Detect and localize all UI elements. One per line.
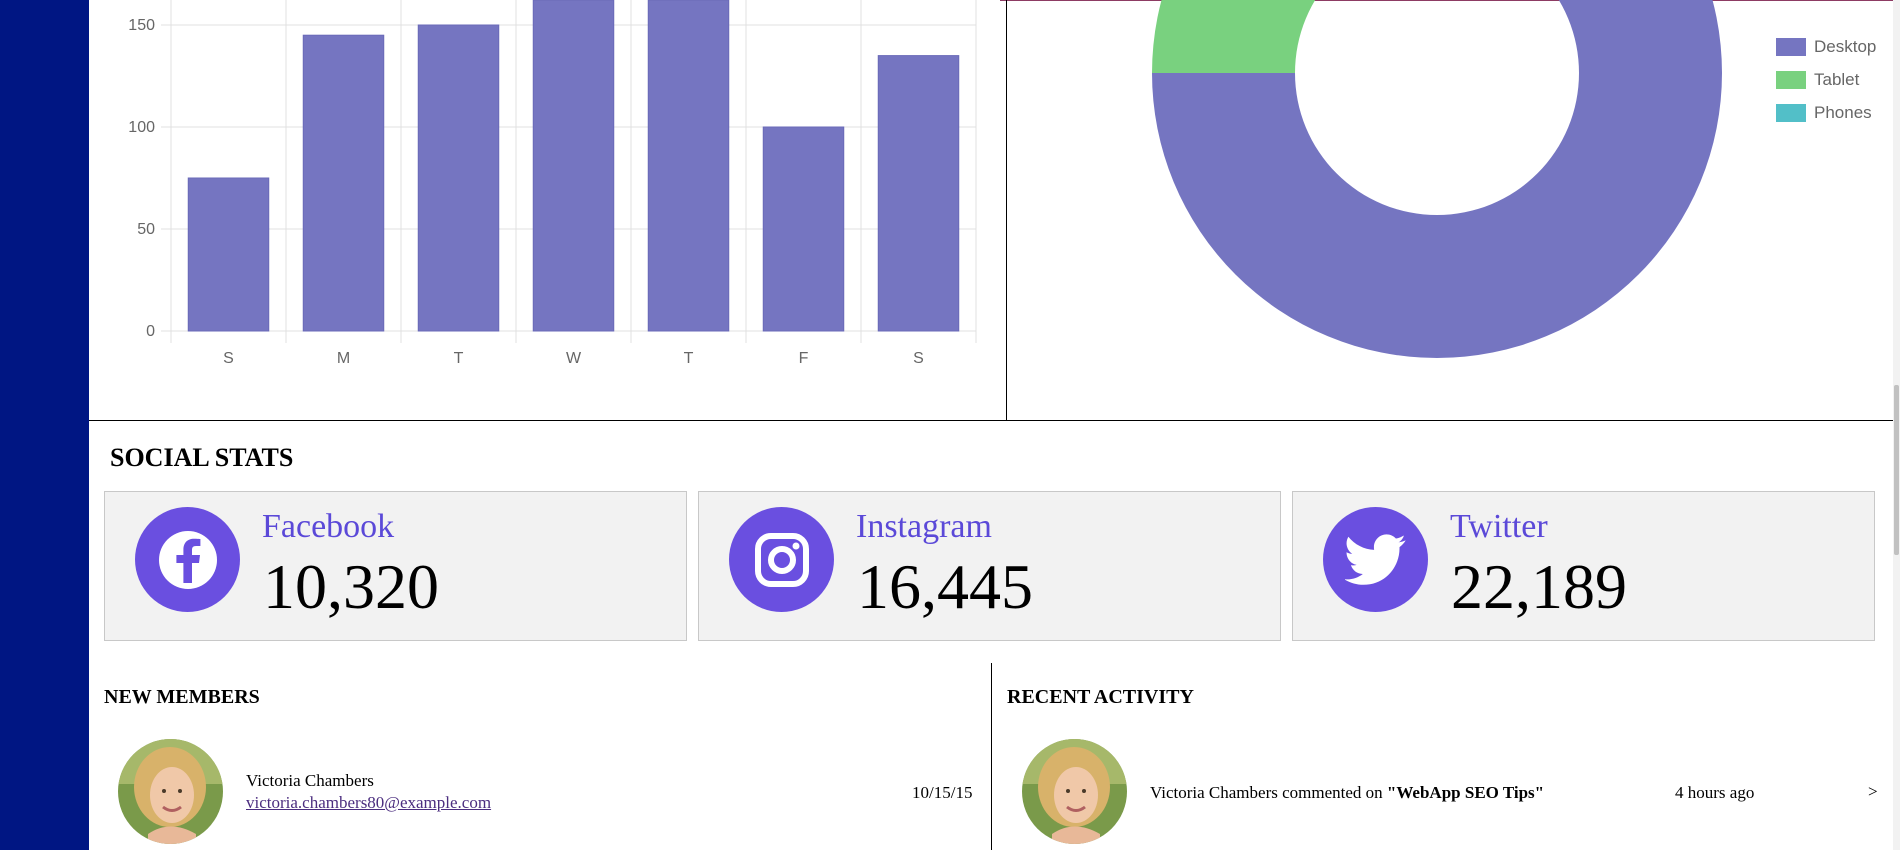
bar-chart-svg: 0 50 100 150 S M T W T F S xyxy=(128,0,977,367)
sidebar xyxy=(0,0,89,850)
social-name-instagram[interactable]: Instagram xyxy=(856,508,992,546)
donut-legend: Desktop Tablet Phones xyxy=(1776,30,1876,129)
social-card-instagram[interactable]: Instagram 16,445 xyxy=(698,491,1281,641)
legend-label-phones: Phones xyxy=(1814,102,1872,122)
device-donut-chart xyxy=(1007,0,1893,420)
social-count-facebook: 10,320 xyxy=(263,551,439,622)
page-scrollbar[interactable] xyxy=(1893,0,1900,850)
legend-label-tablet: Tablet xyxy=(1814,69,1860,89)
activity-target[interactable]: "WebApp SEO Tips" xyxy=(1387,783,1544,802)
member-avatar[interactable] xyxy=(118,739,223,844)
activity-text: Victoria Chambers commented on "WebApp S… xyxy=(1150,783,1544,803)
scrollbar-thumb[interactable] xyxy=(1894,385,1899,555)
legend-item-desktop[interactable]: Desktop xyxy=(1776,30,1876,63)
y-tick-label: 50 xyxy=(137,221,155,238)
social-name-twitter[interactable]: Twitter xyxy=(1450,508,1548,546)
activity-user: Victoria Chambers xyxy=(1150,783,1278,802)
social-count-instagram: 16,445 xyxy=(857,551,1033,622)
social-card-facebook[interactable]: Facebook 10,320 xyxy=(104,491,687,641)
section-divider xyxy=(89,420,1893,421)
member-email-link[interactable]: victoria.chambers80@example.com xyxy=(246,793,491,813)
x-tick-label: M xyxy=(337,350,350,367)
activity-expand-arrow[interactable]: > xyxy=(1868,782,1878,802)
twitter-icon xyxy=(1323,507,1428,612)
y-tick-label: 0 xyxy=(146,323,155,340)
traffic-bar-chart: 0 50 100 150 S M T W T F S xyxy=(89,0,1006,420)
bar-6 xyxy=(877,55,960,332)
x-tick-label: S xyxy=(913,350,924,367)
activity-time: 4 hours ago xyxy=(1675,783,1755,802)
activity-action: commented on xyxy=(1282,783,1383,802)
bar-2 xyxy=(417,24,500,332)
bar-4 xyxy=(647,0,730,332)
bar-0 xyxy=(187,177,270,332)
bar-3 xyxy=(532,0,615,332)
recent-activity-title: RECENT ACTIVITY xyxy=(1007,686,1194,708)
legend-swatch-tablet xyxy=(1776,70,1806,89)
x-tick-label: T xyxy=(454,350,464,367)
instagram-icon xyxy=(729,507,834,612)
bar-1 xyxy=(302,34,385,332)
social-name-facebook[interactable]: Facebook xyxy=(262,508,394,546)
donut-slice-tablet[interactable] xyxy=(1152,0,1437,73)
x-tick-label: W xyxy=(566,350,582,367)
facebook-icon xyxy=(135,507,240,612)
y-tick-label: 150 xyxy=(128,17,155,34)
new-members-title: NEW MEMBERS xyxy=(104,686,260,708)
legend-label-desktop: Desktop xyxy=(1814,36,1877,56)
legend-item-tablet[interactable]: Tablet xyxy=(1776,63,1876,96)
legend-swatch-phones xyxy=(1776,103,1806,122)
legend-item-phones[interactable]: Phones xyxy=(1776,96,1876,129)
x-tick-label: S xyxy=(223,350,234,367)
member-join-date: 10/15/15 xyxy=(912,783,973,802)
legend-swatch-desktop xyxy=(1776,37,1806,56)
donut-chart-svg xyxy=(1152,0,1722,358)
social-card-twitter[interactable]: Twitter 22,189 xyxy=(1292,491,1875,641)
bottom-divider xyxy=(991,663,992,850)
social-count-twitter: 22,189 xyxy=(1451,551,1627,622)
bar-5 xyxy=(762,126,845,332)
x-tick-label: T xyxy=(684,350,694,367)
social-stats-title: SOCIAL STATS xyxy=(110,443,294,472)
x-tick-label: F xyxy=(799,350,809,367)
activity-avatar[interactable] xyxy=(1022,739,1127,844)
member-name: Victoria Chambers xyxy=(246,771,374,790)
y-tick-label: 100 xyxy=(128,119,155,136)
